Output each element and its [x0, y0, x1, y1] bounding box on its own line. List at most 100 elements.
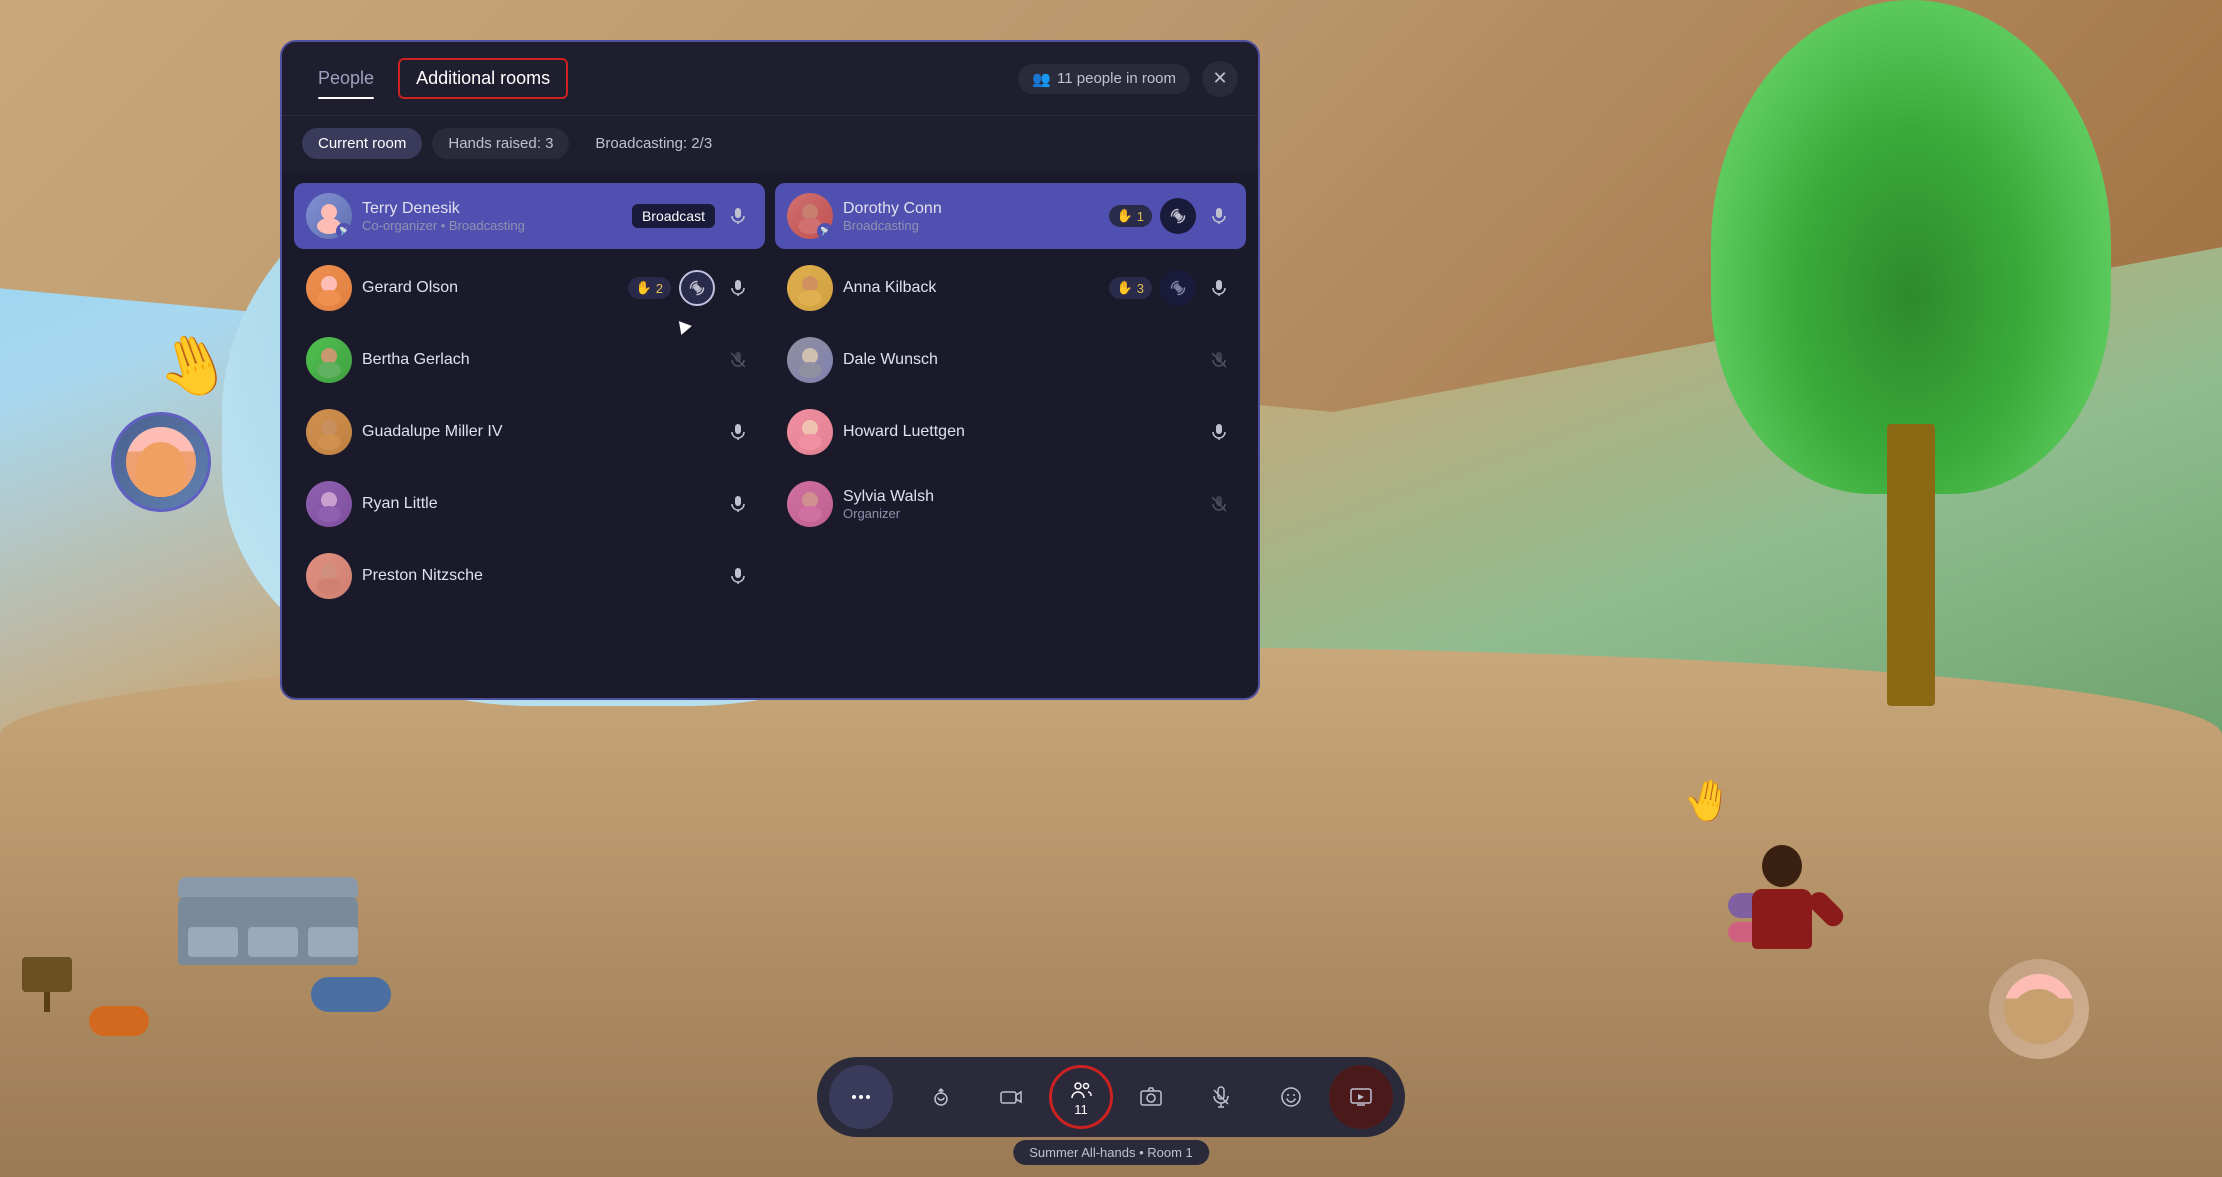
person-row-howard[interactable]: Howard Luettgen: [775, 399, 1246, 465]
anna-hand-count: ✋ 3: [1109, 277, 1152, 299]
sofa: [178, 895, 358, 965]
dorothy-hand-count: ✋ 1: [1109, 205, 1152, 227]
main-panel: People Additional rooms 👥 11 people in r…: [280, 40, 1260, 700]
ryan-info: Ryan Little: [362, 495, 713, 513]
filter-hands-raised[interactable]: Hands raised: 3: [432, 128, 569, 159]
person-row-bertha[interactable]: Bertha Gerlach: [294, 327, 765, 393]
tab-additional-rooms[interactable]: Additional rooms: [398, 58, 568, 99]
tree-foliage: [1711, 0, 2111, 494]
mic-icon-preston: [729, 567, 747, 585]
terry-mic-button[interactable]: [723, 201, 753, 231]
toolbar-people-count: 11: [1074, 1102, 1088, 1117]
anna-name: Anna Kilback: [843, 279, 1099, 297]
people-button[interactable]: 11: [1049, 1065, 1113, 1129]
header-right: 👥 11 people in room ✕: [1018, 61, 1238, 97]
sylvia-info: Sylvia Walsh Organizer: [843, 488, 1194, 521]
dorothy-broadcast-button[interactable]: [1160, 198, 1196, 234]
person-row-gerard[interactable]: Gerard Olson ✋ 2: [294, 255, 765, 321]
avatar-dorothy: 📡: [787, 193, 833, 239]
emoji-icon: [1279, 1085, 1303, 1109]
orange-pillow: [89, 1006, 149, 1036]
filter-broadcasting[interactable]: Broadcasting: 2/3: [579, 128, 728, 159]
mic-toolbar-button[interactable]: [1189, 1065, 1253, 1129]
hand-emoji: ✋: [636, 280, 652, 296]
dorothy-broadcast-indicator: 📡: [817, 223, 833, 239]
avatar-anna-svg: [792, 270, 828, 306]
preston-actions: [723, 561, 753, 591]
avatar-sylvia-svg: [792, 486, 828, 522]
howard-name: Howard Luettgen: [843, 423, 1194, 441]
bertha-name: Bertha Gerlach: [362, 351, 713, 369]
camera-button[interactable]: [979, 1065, 1043, 1129]
avatar-circle-left: [111, 412, 211, 512]
menu-dots-button[interactable]: [829, 1065, 893, 1129]
preston-mic-button[interactable]: [723, 561, 753, 591]
avatar-ryan: [306, 481, 352, 527]
mic-icon-guadalupe: [729, 423, 747, 441]
mic-icon-ryan: [729, 495, 747, 513]
photo-button[interactable]: [1119, 1065, 1183, 1129]
cushion-2: [248, 927, 298, 957]
gerard-actions: ✋ 2: [628, 270, 753, 306]
howard-mic-button[interactable]: [1204, 417, 1234, 447]
avatar-terry: 📡: [306, 193, 352, 239]
guadalupe-mic-button[interactable]: [723, 417, 753, 447]
mic-icon-dorothy: [1210, 207, 1228, 225]
avatar-circle-bottom-right: [1989, 959, 2089, 1059]
person-row-sylvia[interactable]: Sylvia Walsh Organizer: [775, 471, 1246, 537]
guadalupe-name: Guadalupe Miller IV: [362, 423, 713, 441]
dorothy-role: Broadcasting: [843, 218, 1099, 233]
screen-share-icon: [1349, 1085, 1373, 1109]
person-row-guadalupe[interactable]: Guadalupe Miller IV: [294, 399, 765, 465]
furniture: [178, 895, 358, 965]
mic-icon: [729, 207, 747, 225]
cushion-1: [188, 927, 238, 957]
howard-actions: [1204, 417, 1234, 447]
preston-name: Preston Nitzsche: [362, 567, 713, 585]
person-row-anna[interactable]: Anna Kilback ✋ 3: [775, 255, 1246, 321]
mic-icon-gerard: [729, 279, 747, 297]
people-count-text: 11 people in room: [1057, 70, 1176, 87]
gerard-info: Gerard Olson: [362, 279, 618, 297]
gerard-count: 2: [656, 281, 663, 296]
guadalupe-actions: [723, 417, 753, 447]
broadcast-icon-anna: [1168, 278, 1188, 298]
dale-mic-button[interactable]: [1204, 345, 1234, 375]
avatar-guadalupe-svg: [311, 414, 347, 450]
cushion-3: [308, 927, 358, 957]
person-row-ryan[interactable]: Ryan Little: [294, 471, 765, 537]
filter-current-room[interactable]: Current room: [302, 128, 422, 159]
blue-pillow: [311, 977, 391, 1012]
dorothy-mic-button[interactable]: [1204, 201, 1234, 231]
bertha-mic-button[interactable]: [723, 345, 753, 375]
gerard-hand-count: ✋ 2: [628, 277, 671, 299]
reactions-button[interactable]: [909, 1065, 973, 1129]
mic-muted-icon-dale: [1210, 351, 1228, 369]
gerard-broadcast-button[interactable]: [679, 270, 715, 306]
person-row-terry[interactable]: 📡 Terry Denesik Co-organizer • Broadcast…: [294, 183, 765, 249]
emoji-button[interactable]: [1259, 1065, 1323, 1129]
gerard-mic-button[interactable]: [723, 273, 753, 303]
dorothy-count: 1: [1137, 209, 1144, 224]
close-button[interactable]: ✕: [1202, 61, 1238, 97]
mic-icon-howard: [1210, 423, 1228, 441]
howard-info: Howard Luettgen: [843, 423, 1194, 441]
broadcast-ring-icon: [687, 278, 707, 298]
people-count-badge: 👥 11 people in room: [1018, 64, 1190, 94]
anna-mic-button[interactable]: [1204, 273, 1234, 303]
ryan-mic-button[interactable]: [723, 489, 753, 519]
avatar-gerard: [306, 265, 352, 311]
person-row-dale[interactable]: Dale Wunsch: [775, 327, 1246, 393]
avatar-guadalupe: [306, 409, 352, 455]
filter-bar: Current room Hands raised: 3 Broadcastin…: [282, 116, 1258, 171]
sylvia-mic-button[interactable]: [1204, 489, 1234, 519]
anna-broadcast-button[interactable]: [1160, 270, 1196, 306]
mic-toolbar-icon: [1209, 1085, 1233, 1109]
person-row-dorothy[interactable]: 📡 Dorothy Conn Broadcasting ✋ 1: [775, 183, 1246, 249]
mic-icon-anna: [1210, 279, 1228, 297]
tab-people[interactable]: People: [302, 60, 390, 97]
screen-share-button[interactable]: [1329, 1065, 1393, 1129]
table-leg: [44, 992, 50, 1012]
avatar-anna: [787, 265, 833, 311]
person-row-preston[interactable]: Preston Nitzsche: [294, 543, 765, 609]
